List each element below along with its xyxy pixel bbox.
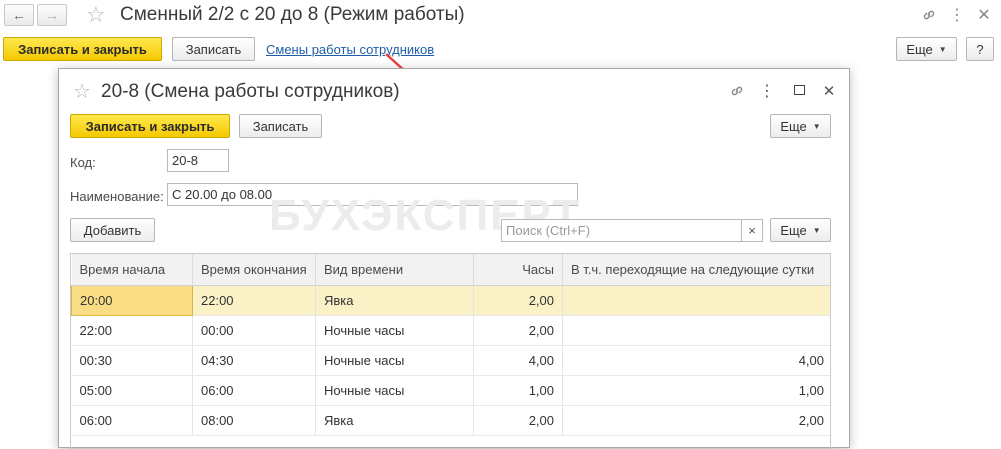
dialog-save-button[interactable]: Записать bbox=[239, 114, 322, 138]
window-title: Сменный 2/2 с 20 до 8 (Режим работы) bbox=[120, 4, 465, 25]
table-more-button[interactable]: Еще ▼ bbox=[770, 218, 831, 242]
back-button[interactable]: ← bbox=[4, 4, 34, 26]
cell-hours[interactable]: 4,00 bbox=[473, 345, 563, 376]
cell-start-time[interactable]: 20:00 bbox=[71, 285, 193, 316]
cell-time-type[interactable]: Явка bbox=[315, 285, 474, 316]
cell-carryover[interactable] bbox=[562, 315, 830, 346]
column-header-time-type[interactable]: Вид времени bbox=[315, 254, 474, 286]
cell-time-type[interactable]: Явка bbox=[315, 405, 474, 436]
code-label: Код: bbox=[70, 155, 96, 170]
help-button[interactable]: ? bbox=[966, 37, 994, 61]
maximize-icon[interactable] bbox=[794, 85, 805, 95]
cell-end-time[interactable]: 00:00 bbox=[192, 315, 316, 346]
column-header-carryover[interactable]: В т.ч. переходящие на следующие сутки bbox=[562, 254, 830, 286]
cell-start-time[interactable]: 22:00 bbox=[71, 315, 193, 346]
more-button[interactable]: Еще ▼ bbox=[896, 37, 957, 61]
cell-end-time[interactable]: 04:30 bbox=[192, 345, 316, 376]
add-row-button[interactable]: Добавить bbox=[70, 218, 155, 242]
cell-end-time[interactable]: 22:00 bbox=[192, 285, 316, 316]
forward-button[interactable]: → bbox=[37, 4, 67, 26]
column-header-hours[interactable]: Часы bbox=[473, 254, 563, 286]
cell-carryover[interactable] bbox=[562, 285, 830, 316]
dialog-save-close-button[interactable]: Записать и закрыть bbox=[70, 114, 230, 138]
caret-down-icon: ▼ bbox=[938, 44, 947, 54]
shift-times-table: Время начала Время окончания Вид времени… bbox=[70, 253, 831, 449]
link-icon[interactable] bbox=[919, 5, 939, 25]
dialog-link-icon[interactable] bbox=[727, 81, 747, 101]
code-field[interactable]: 20-8 bbox=[167, 149, 229, 172]
table-row[interactable]: 05:00 06:00 Ночные часы 1,00 1,00 bbox=[71, 375, 830, 406]
table-row[interactable]: 22:00 00:00 Ночные часы 2,00 bbox=[71, 315, 830, 346]
dialog-title: 20-8 (Смена работы сотрудников) bbox=[101, 81, 400, 102]
column-header-start-time[interactable]: Время начала bbox=[71, 254, 193, 286]
cell-time-type[interactable]: Ночные часы bbox=[315, 375, 474, 406]
cell-time-type[interactable]: Ночные часы bbox=[315, 345, 474, 376]
cell-end-time[interactable]: 06:00 bbox=[192, 375, 316, 406]
caret-down-icon: ▼ bbox=[812, 225, 821, 235]
table-row[interactable]: 00:30 04:30 Ночные часы 4,00 4,00 bbox=[71, 345, 830, 376]
arrow-left-icon: ← bbox=[12, 7, 26, 23]
more-vertical-icon[interactable]: ⋮ bbox=[947, 5, 967, 25]
cell-hours[interactable]: 1,00 bbox=[473, 375, 563, 406]
cell-hours[interactable]: 2,00 bbox=[473, 405, 563, 436]
search-input[interactable]: Поиск (Ctrl+F) bbox=[501, 219, 742, 242]
caret-down-icon: ▼ bbox=[812, 121, 821, 131]
close-icon[interactable]: ✕ bbox=[974, 5, 994, 25]
cell-hours[interactable]: 2,00 bbox=[473, 285, 563, 316]
dialog-more-label: Еще bbox=[780, 118, 807, 134]
cell-end-time[interactable]: 08:00 bbox=[192, 405, 316, 436]
name-label: Наименование: bbox=[70, 189, 164, 204]
cell-start-time[interactable]: 06:00 bbox=[71, 405, 193, 436]
dialog-more-button[interactable]: Еще ▼ bbox=[770, 114, 831, 138]
dialog-more-vertical-icon[interactable]: ⋮ bbox=[757, 81, 777, 101]
dialog-favorite-star-icon[interactable]: ☆ bbox=[73, 79, 91, 104]
save-button[interactable]: Записать bbox=[172, 37, 255, 61]
cell-hours[interactable]: 2,00 bbox=[473, 315, 563, 346]
dialog-close-icon[interactable]: ✕ bbox=[819, 81, 839, 101]
table-row[interactable]: 06:00 08:00 Явка 2,00 2,00 bbox=[71, 405, 830, 436]
more-button-label: Еще bbox=[906, 41, 933, 57]
cell-carryover[interactable]: 2,00 bbox=[562, 405, 830, 436]
arrow-right-icon: → bbox=[45, 7, 59, 23]
column-header-end-time[interactable]: Время окончания bbox=[192, 254, 316, 286]
search-clear-icon[interactable]: × bbox=[741, 219, 763, 242]
table-more-label: Еще bbox=[780, 222, 807, 238]
cell-time-type[interactable]: Ночные часы bbox=[315, 315, 474, 346]
cell-carryover[interactable]: 4,00 bbox=[562, 345, 830, 376]
cell-start-time[interactable]: 00:30 bbox=[71, 345, 193, 376]
shift-dialog: ☆ 20-8 (Смена работы сотрудников) ⋮ ✕ За… bbox=[58, 68, 850, 449]
favorite-star-icon[interactable]: ☆ bbox=[86, 2, 106, 28]
table-header-row: Время начала Время окончания Вид времени… bbox=[71, 254, 830, 286]
cell-start-time[interactable]: 05:00 bbox=[71, 375, 193, 406]
table-row[interactable]: 20:00 22:00 Явка 2,00 bbox=[71, 285, 830, 316]
save-close-button[interactable]: Записать и закрыть bbox=[3, 37, 162, 61]
cell-carryover[interactable]: 1,00 bbox=[562, 375, 830, 406]
